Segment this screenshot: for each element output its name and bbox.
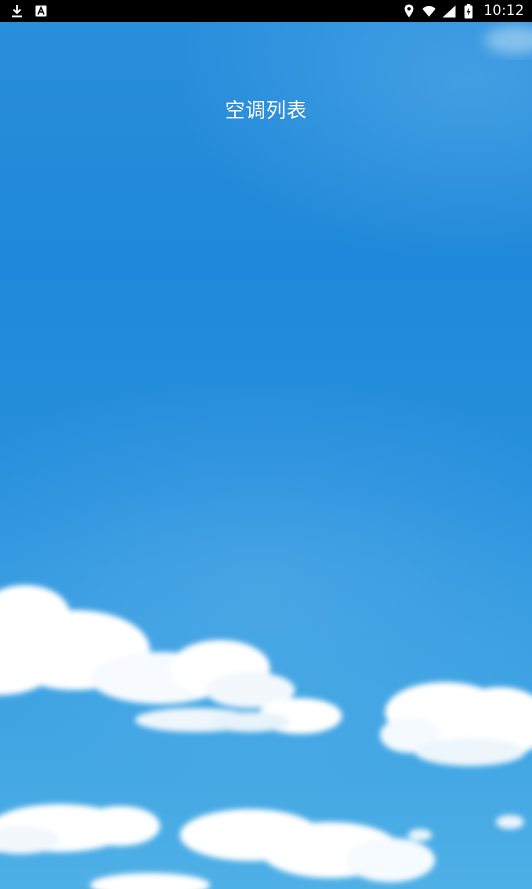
- font-icon: [34, 4, 48, 18]
- status-left-icons: [10, 4, 48, 18]
- status-time: 10:12: [483, 3, 524, 19]
- app-screen: 10:12 空调列表: [0, 0, 532, 889]
- cloud-bottom: [0, 804, 524, 889]
- clouds-background: [0, 26, 532, 889]
- signal-icon: [442, 4, 456, 18]
- status-right-icons: 10:12: [402, 3, 524, 19]
- cloud-right: [380, 682, 532, 766]
- download-icon: [10, 4, 24, 18]
- battery-icon: [462, 3, 476, 18]
- cloud-left: [0, 585, 342, 734]
- location-icon: [402, 4, 416, 18]
- status-bar: 10:12: [0, 0, 532, 22]
- wifi-icon: [422, 4, 436, 18]
- page-title: 空调列表: [225, 98, 307, 122]
